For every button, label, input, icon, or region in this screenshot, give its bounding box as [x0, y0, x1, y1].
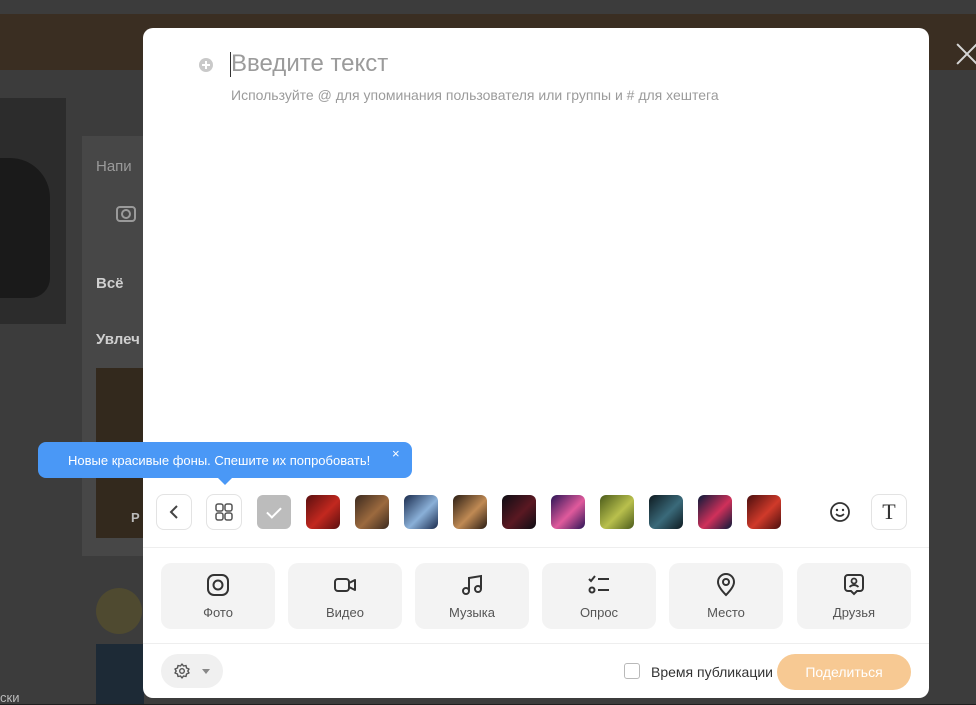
all-backgrounds-button[interactable] — [206, 494, 242, 530]
background-option-neon-hero[interactable] — [698, 495, 732, 529]
tooltip-close-button[interactable]: × — [392, 446, 400, 461]
attach-video-label: Видео — [326, 605, 364, 620]
attach-video-button[interactable]: Видео — [288, 563, 402, 629]
attach-place-button[interactable]: Место — [669, 563, 783, 629]
attach-music-button[interactable]: Музыка — [415, 563, 529, 629]
schedule-label[interactable]: Время публикации — [651, 664, 773, 680]
attach-friends-label: Друзья — [832, 605, 876, 620]
feed-filter: Всё — [96, 275, 124, 292]
thumb-label: Р — [131, 510, 140, 525]
text-style-icon: T — [882, 499, 896, 524]
background-option-purple-neon[interactable] — [551, 495, 585, 529]
attach-place-label: Место — [707, 605, 745, 620]
profile-photo — [0, 98, 66, 324]
check-icon — [266, 502, 282, 519]
attach-poll-label: Опрос — [579, 605, 619, 620]
emoji-button[interactable] — [822, 494, 858, 530]
schedule-checkbox[interactable] — [624, 663, 640, 679]
attach-friends-button[interactable]: Друзья — [797, 563, 911, 629]
close-modal-button[interactable] — [954, 42, 976, 68]
feed-image — [96, 644, 144, 704]
post-composer-modal: Введите текст Используйте @ для упоминан… — [143, 28, 929, 698]
background-option-red-character[interactable] — [747, 495, 781, 529]
attach-photo-button[interactable]: Фото — [161, 563, 275, 629]
add-content-icon[interactable] — [199, 58, 213, 72]
text-style-button[interactable]: T — [871, 494, 907, 530]
avatar — [96, 588, 142, 634]
chevron-left-icon — [169, 505, 178, 519]
attach-poll-button[interactable]: Опрос — [542, 563, 656, 629]
friend-badge-icon — [844, 574, 864, 596]
attach-photo-label: Фото — [203, 605, 233, 620]
background-option-red-abstract[interactable] — [306, 495, 340, 529]
grid-icon — [215, 503, 233, 521]
tooltip-text: Новые красивые фоны. Спешите их попробов… — [68, 453, 371, 468]
tooltip-arrow — [218, 478, 232, 485]
mention-hint: Используйте @ для упоминания пользовател… — [231, 87, 719, 103]
video-camera-icon — [334, 578, 356, 592]
divider — [143, 643, 929, 644]
background-none-selected[interactable] — [257, 495, 291, 529]
settings-dropdown-button[interactable] — [161, 654, 223, 688]
music-note-icon — [462, 574, 482, 595]
background-option-suit-figure[interactable] — [502, 495, 536, 529]
background-option-dark-teal[interactable] — [649, 495, 683, 529]
location-pin-icon — [716, 573, 736, 597]
camera-icon — [207, 574, 229, 596]
chevron-down-icon — [202, 669, 210, 674]
background-option-game-art-blue[interactable] — [404, 495, 438, 529]
share-button[interactable]: Поделиться — [777, 654, 911, 690]
collapse-backgrounds-button[interactable] — [156, 494, 192, 530]
post-text-input[interactable]: Введите текст — [231, 50, 388, 78]
background-option-game-art-brown[interactable] — [355, 495, 389, 529]
gear-icon — [174, 663, 190, 679]
poll-icon — [588, 575, 609, 594]
background-option-camo-green[interactable] — [600, 495, 634, 529]
divider — [143, 547, 929, 548]
attach-music-label: Музыка — [449, 605, 495, 620]
new-backgrounds-tooltip: Новые красивые фоны. Спешите их попробов… — [38, 442, 412, 485]
footer-text: ски — [0, 690, 20, 705]
section-title: Увлеч — [96, 331, 140, 348]
smiley-icon — [830, 502, 850, 522]
camera-icon — [116, 206, 136, 222]
compose-placeholder: Напи — [96, 158, 132, 175]
background-option-warrior-dark[interactable] — [453, 495, 487, 529]
